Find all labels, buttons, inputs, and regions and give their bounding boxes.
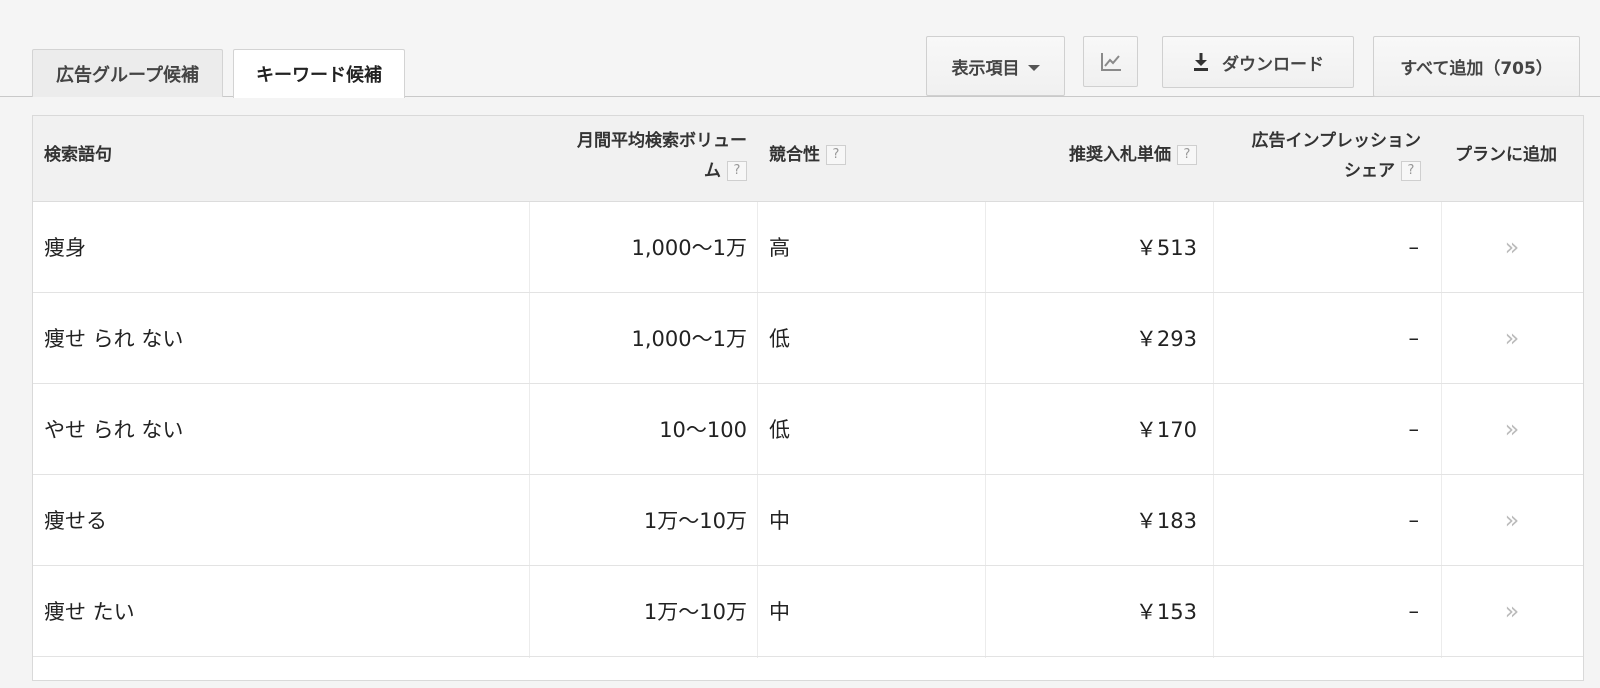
add-to-plan-button[interactable]: »: [1441, 202, 1583, 292]
volume-cell: 10〜100: [659, 418, 747, 442]
keyword-cell: 痩せ られ ない: [44, 327, 184, 351]
keyword-cell: やせ られ ない: [44, 418, 184, 442]
chart-button[interactable]: [1083, 36, 1138, 87]
bid-cell: ￥170: [1135, 418, 1197, 442]
download-icon: [1194, 53, 1208, 71]
header-bid-label: 推奨入札単価: [1069, 145, 1171, 165]
add-to-plan-button[interactable]: »: [1441, 384, 1583, 474]
toolbar-area: 広告グループ候補 キーワード候補 表示項目 ダウンロード すべて追加（705）: [0, 0, 1600, 98]
competition-cell: 中: [769, 509, 790, 533]
volume-cell: 1万〜10万: [643, 600, 747, 624]
bid-cell: ￥153: [1135, 600, 1197, 624]
keyword-cell: 痩せる: [44, 509, 107, 533]
help-icon[interactable]: ?: [826, 145, 846, 165]
header-competition-label: 競合性: [769, 145, 820, 165]
line-chart-icon: [1100, 52, 1121, 71]
competition-cell: 低: [769, 327, 790, 351]
volume-cell: 1万〜10万: [643, 509, 747, 533]
header-suggested-bid[interactable]: 推奨入札単価?: [1013, 140, 1197, 170]
share-cell: –: [1408, 326, 1420, 350]
table-row: やせ られ ない 10〜100 低 ￥170 – »: [33, 384, 1583, 475]
share-cell: –: [1408, 235, 1420, 259]
competition-cell: 高: [769, 236, 790, 260]
add-to-plan-button[interactable]: »: [1441, 475, 1583, 565]
tab-ad-group-ideas[interactable]: 広告グループ候補: [32, 49, 223, 97]
share-cell: –: [1408, 508, 1420, 532]
bid-cell: ￥183: [1135, 509, 1197, 533]
share-cell: –: [1408, 417, 1420, 441]
tab-keyword-ideas[interactable]: キーワード候補: [233, 49, 405, 98]
header-volume-line1: 月間平均検索ボリュー: [577, 131, 747, 151]
columns-button-label: 表示項目: [951, 58, 1020, 79]
add-to-plan-button[interactable]: »: [1441, 293, 1583, 383]
download-button-label: ダウンロード: [1222, 54, 1324, 75]
bid-cell: ￥513: [1135, 236, 1197, 260]
header-share-line1: 広告インプレッション: [1251, 131, 1422, 151]
add-all-button-label: すべて追加（705）: [1400, 59, 1553, 79]
add-to-plan-button[interactable]: »: [1441, 566, 1583, 656]
chevron-down-icon: [1027, 64, 1040, 71]
competition-cell: 中: [769, 600, 790, 624]
share-cell: –: [1408, 599, 1420, 623]
header-share-line2: シェア: [1344, 161, 1395, 181]
table-row: 痩身 1,000〜1万 高 ￥513 – »: [33, 202, 1583, 293]
header-volume[interactable]: 月間平均検索ボリュー ム?: [513, 126, 747, 186]
competition-cell: 低: [769, 418, 790, 442]
table-row: 痩せる 1万〜10万 中 ￥183 – »: [33, 475, 1583, 566]
header-volume-line2: ム: [704, 161, 721, 181]
header-impression-share[interactable]: 広告インプレッション シェア?: [1193, 126, 1421, 186]
table-header: 検索語句 月間平均検索ボリュー ム? 競合性? 推奨入札単価? 広告インプレッシ…: [33, 116, 1583, 202]
header-keyword[interactable]: 検索語句: [44, 140, 112, 170]
header-competition[interactable]: 競合性?: [769, 140, 846, 170]
columns-button[interactable]: 表示項目: [926, 36, 1065, 96]
keyword-cell: 痩身: [44, 236, 86, 260]
bid-cell: ￥293: [1135, 327, 1197, 351]
volume-cell: 1,000〜1万: [631, 236, 747, 260]
download-button[interactable]: ダウンロード: [1162, 36, 1354, 88]
keyword-cell: 痩せ たい: [44, 600, 135, 624]
table-row: 痩せ られ ない 1,000〜1万 低 ￥293 – »: [33, 293, 1583, 384]
add-all-button[interactable]: すべて追加（705）: [1373, 36, 1580, 97]
volume-cell: 1,000〜1万: [631, 327, 747, 351]
header-add-to-plan: プランに追加: [1455, 145, 1557, 165]
help-icon[interactable]: ?: [727, 161, 747, 181]
help-icon[interactable]: ?: [1401, 161, 1421, 181]
keyword-table: 検索語句 月間平均検索ボリュー ム? 競合性? 推奨入札単価? 広告インプレッシ…: [32, 115, 1584, 681]
table-row: 痩せ たい 1万〜10万 中 ￥153 – »: [33, 566, 1583, 657]
